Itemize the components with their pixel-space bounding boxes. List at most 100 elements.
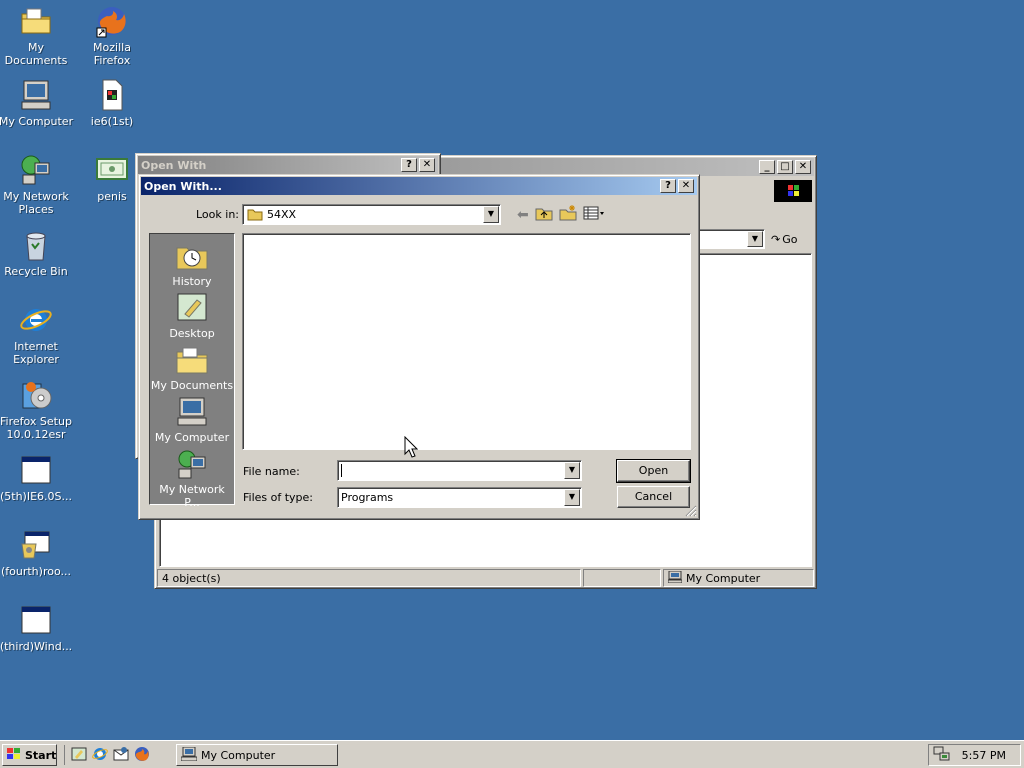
desktop-icon-label: ie6(1st) <box>90 115 134 128</box>
up-folder-icon[interactable] <box>535 205 553 224</box>
batch-file-icon <box>19 528 53 562</box>
folder-icon <box>175 344 209 379</box>
folder-icon <box>247 208 263 224</box>
files-of-type-label: Files of type: <box>243 491 314 504</box>
file-name-dropdown-button[interactable]: ▼ <box>564 462 580 479</box>
windows-logo-icon <box>774 180 812 202</box>
cancel-button[interactable]: Cancel <box>617 486 690 508</box>
look-in-dropdown[interactable]: 54XX ▼ <box>242 204 501 225</box>
desktop-icon-my-computer[interactable]: My Computer <box>0 78 74 128</box>
desktop-icon-third-wind[interactable]: (third)Wind... <box>0 603 74 653</box>
desktop-icon-label: My Network Places <box>3 190 69 216</box>
network-icon <box>175 448 209 483</box>
close-button[interactable]: ✕ <box>678 179 694 193</box>
desktop-icon-label: (5th)IE6.0S... <box>0 490 73 503</box>
desktop-icon-label: My Documents <box>4 41 68 67</box>
new-folder-icon[interactable] <box>559 205 577 224</box>
address-bar[interactable]: ▼ <box>695 229 765 249</box>
network-tray-icon[interactable] <box>933 746 951 765</box>
title-bar: Open With... ? ✕ <box>141 177 697 195</box>
clock[interactable]: 5:57 PM <box>962 749 1006 762</box>
places-bar: History Desktop My Documents My Computer… <box>149 233 235 509</box>
place-my-network-places[interactable]: My Network P... <box>150 448 234 509</box>
place-history[interactable]: History <box>150 240 234 288</box>
desktop-icon-my-network-places[interactable]: My Network Places <box>0 153 74 216</box>
computer-icon <box>175 396 209 431</box>
computer-icon <box>667 570 683 586</box>
address-dropdown-button[interactable]: ▼ <box>747 231 763 247</box>
computer-icon <box>180 746 198 764</box>
desktop-icon-my-documents[interactable]: My Documents <box>0 4 74 67</box>
outlook-express-icon[interactable] <box>113 746 129 765</box>
desktop-icon-5th-ie6[interactable]: (5th)IE6.0S... <box>0 453 74 503</box>
quick-launch <box>64 745 150 765</box>
firefox-icon <box>95 4 129 38</box>
windows-logo-icon <box>6 747 22 764</box>
window-icon <box>19 603 53 637</box>
taskbar-button-my-computer[interactable]: My Computer <box>176 744 338 766</box>
desktop-icon-fourth-roo[interactable]: (fourth)roo... <box>0 528 74 578</box>
show-desktop-icon[interactable] <box>71 746 87 765</box>
window-icon <box>19 453 53 487</box>
desktop-icon-label: Internet Explorer <box>13 340 59 366</box>
taskbar: Start My Computer 5:57 PM <box>0 740 1024 768</box>
maximize-button[interactable]: □ <box>777 160 793 174</box>
file-name-input[interactable]: ▼ <box>337 460 582 481</box>
open-with-file-dialog: Open With... ? ✕ Look in: 54XX ▼ ⬅ Histo… <box>138 174 700 520</box>
recycle-bin-icon <box>19 228 53 262</box>
installer-icon <box>19 378 53 412</box>
place-my-computer[interactable]: My Computer <box>150 396 234 444</box>
status-zone: My Computer <box>663 569 814 587</box>
firefox-icon[interactable] <box>134 746 150 765</box>
go-arrow-icon: ↷ <box>771 232 781 246</box>
file-list[interactable] <box>242 233 691 450</box>
internet-explorer-icon[interactable] <box>92 746 108 765</box>
dialog-toolbar: ⬅ <box>517 205 605 224</box>
files-of-type-dropdown-button[interactable]: ▼ <box>564 489 580 506</box>
text-caret <box>341 464 342 477</box>
desktop-icon-internet-explorer[interactable]: Internet Explorer <box>0 303 74 366</box>
back-arrow-icon[interactable]: ⬅ <box>517 207 529 223</box>
mouse-cursor-icon <box>404 435 419 461</box>
start-button[interactable]: Start <box>2 744 57 766</box>
desktop-icon-mozilla-firefox[interactable]: Mozilla Firefox <box>74 4 150 67</box>
desktop-icon-recycle-bin[interactable]: Recycle Bin <box>0 228 74 278</box>
window-title: Open With <box>141 158 207 172</box>
desktop-icon-label: (third)Wind... <box>0 640 73 653</box>
network-icon <box>19 153 53 187</box>
desktop-icon-firefox-setup[interactable]: Firefox Setup 10.0.12esr <box>0 378 74 441</box>
dialog-title: Open With... <box>144 179 222 193</box>
system-tray: 5:57 PM <box>928 744 1021 766</box>
close-button[interactable]: ✕ <box>795 160 811 174</box>
resize-grip-icon[interactable] <box>685 505 697 517</box>
view-menu-icon[interactable] <box>583 206 605 223</box>
look-in-dropdown-button[interactable]: ▼ <box>483 206 499 223</box>
desktop-icon-label: My Computer <box>0 115 74 128</box>
document-icon <box>95 78 129 112</box>
desktop-icon-label: (fourth)roo... <box>0 565 71 578</box>
open-button[interactable]: Open <box>616 459 691 483</box>
place-desktop[interactable]: Desktop <box>150 292 234 340</box>
certificate-icon <box>95 153 129 187</box>
desktop-icon-ie6[interactable]: ie6(1st) <box>74 78 150 128</box>
history-icon <box>175 240 209 275</box>
desktop-icon-label: Firefox Setup 10.0.12esr <box>0 415 72 441</box>
files-of-type-dropdown[interactable]: Programs ▼ <box>337 487 582 508</box>
status-object-count: 4 object(s) <box>157 569 581 587</box>
title-bar: Open With ? ✕ <box>138 156 438 174</box>
file-name-label: File name: <box>243 465 300 478</box>
status-bar: 4 object(s) My Computer <box>157 569 814 587</box>
help-button[interactable]: ? <box>401 158 417 172</box>
minimize-button[interactable]: _ <box>759 160 775 174</box>
go-button[interactable]: ↷ Go <box>771 230 797 248</box>
look-in-label: Look in: <box>196 208 239 221</box>
computer-icon <box>19 78 53 112</box>
desktop-icon-label: Recycle Bin <box>4 265 68 278</box>
place-my-documents[interactable]: My Documents <box>150 344 234 392</box>
internet-explorer-icon <box>19 303 53 337</box>
desktop-icon-label: Mozilla Firefox <box>93 41 131 67</box>
desktop-icon <box>175 292 209 327</box>
close-button[interactable]: ✕ <box>419 158 435 172</box>
folder-icon <box>19 4 53 38</box>
help-button[interactable]: ? <box>660 179 676 193</box>
